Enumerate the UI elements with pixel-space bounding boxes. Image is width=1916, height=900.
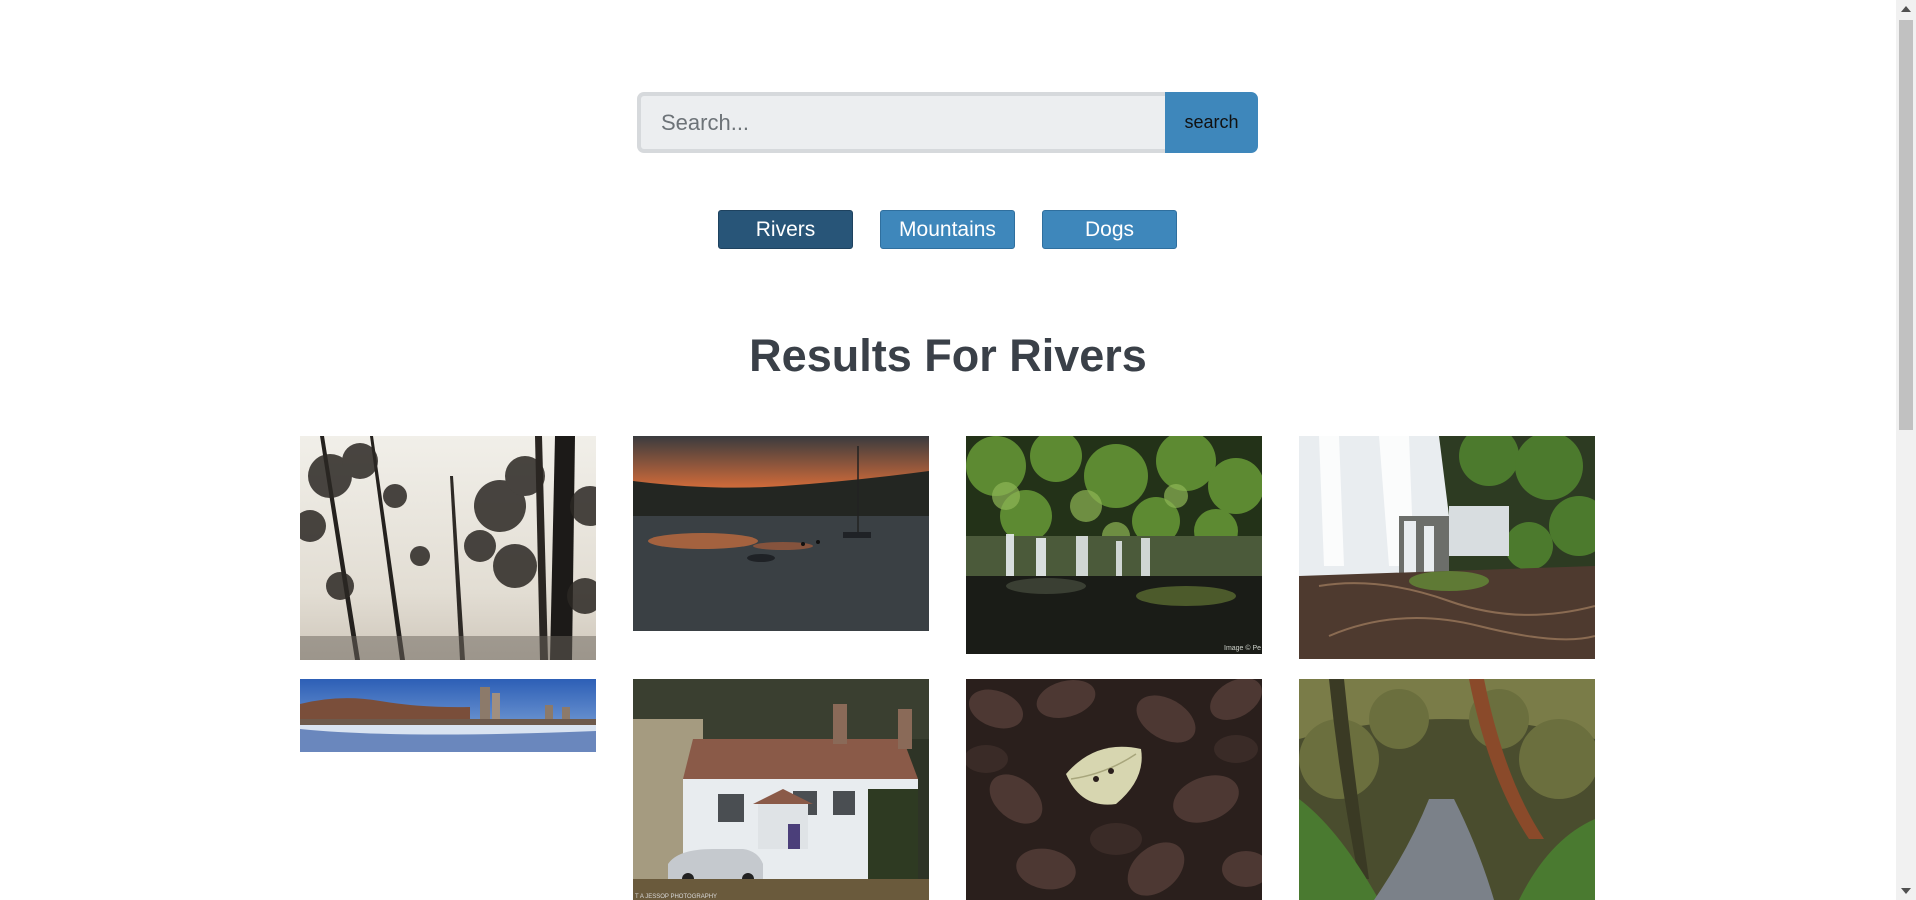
category-rivers-button[interactable]: Rivers	[718, 210, 853, 249]
results-heading: Results For Rivers	[749, 330, 1147, 381]
cottage-watermark: T A JESSOP PHOTOGRAPHY	[635, 894, 717, 900]
vertical-scrollbar[interactable]	[1896, 0, 1916, 900]
photo-trees-silhouette-image	[300, 436, 596, 660]
photo-sunset-river[interactable]	[633, 436, 929, 631]
photo-fallen-leaves-image	[966, 679, 1262, 900]
category-dogs-button[interactable]: Dogs	[1042, 210, 1177, 249]
photo-snowy-river-panorama-image	[300, 679, 596, 752]
photo-long-exposure-waterfall-image	[1299, 436, 1595, 659]
photo-tree-lined-path-image	[1299, 679, 1595, 900]
scroll-thumb[interactable]	[1899, 20, 1913, 430]
photo-forest-waterfall-image: Image © Pe	[966, 436, 1262, 654]
photo-white-cottage-image: T A JESSOP PHOTOGRAPHY	[633, 679, 929, 900]
scroll-up-arrow-icon[interactable]	[1901, 6, 1911, 12]
photo-fallen-leaves[interactable]	[966, 679, 1262, 900]
category-mountains-button[interactable]: Mountains	[880, 210, 1015, 249]
search-bar: search	[637, 92, 1258, 153]
photo-snowy-river-panorama[interactable]	[300, 679, 596, 752]
photo-forest-waterfall[interactable]: Image © Pe	[966, 436, 1262, 654]
waterfall-watermark: Image © Pe	[1224, 644, 1261, 652]
scroll-down-arrow-icon[interactable]	[1901, 888, 1911, 894]
search-input[interactable]	[637, 92, 1165, 153]
page: search Rivers Mountains Dogs Results For…	[0, 0, 1896, 900]
photo-tree-lined-path[interactable]	[1299, 679, 1595, 900]
search-button[interactable]: search	[1165, 92, 1258, 153]
photo-sunset-river-image	[633, 436, 929, 631]
photo-long-exposure-waterfall[interactable]	[1299, 436, 1595, 659]
photo-white-cottage[interactable]: T A JESSOP PHOTOGRAPHY	[633, 679, 929, 900]
photo-trees-silhouette[interactable]	[300, 436, 596, 660]
